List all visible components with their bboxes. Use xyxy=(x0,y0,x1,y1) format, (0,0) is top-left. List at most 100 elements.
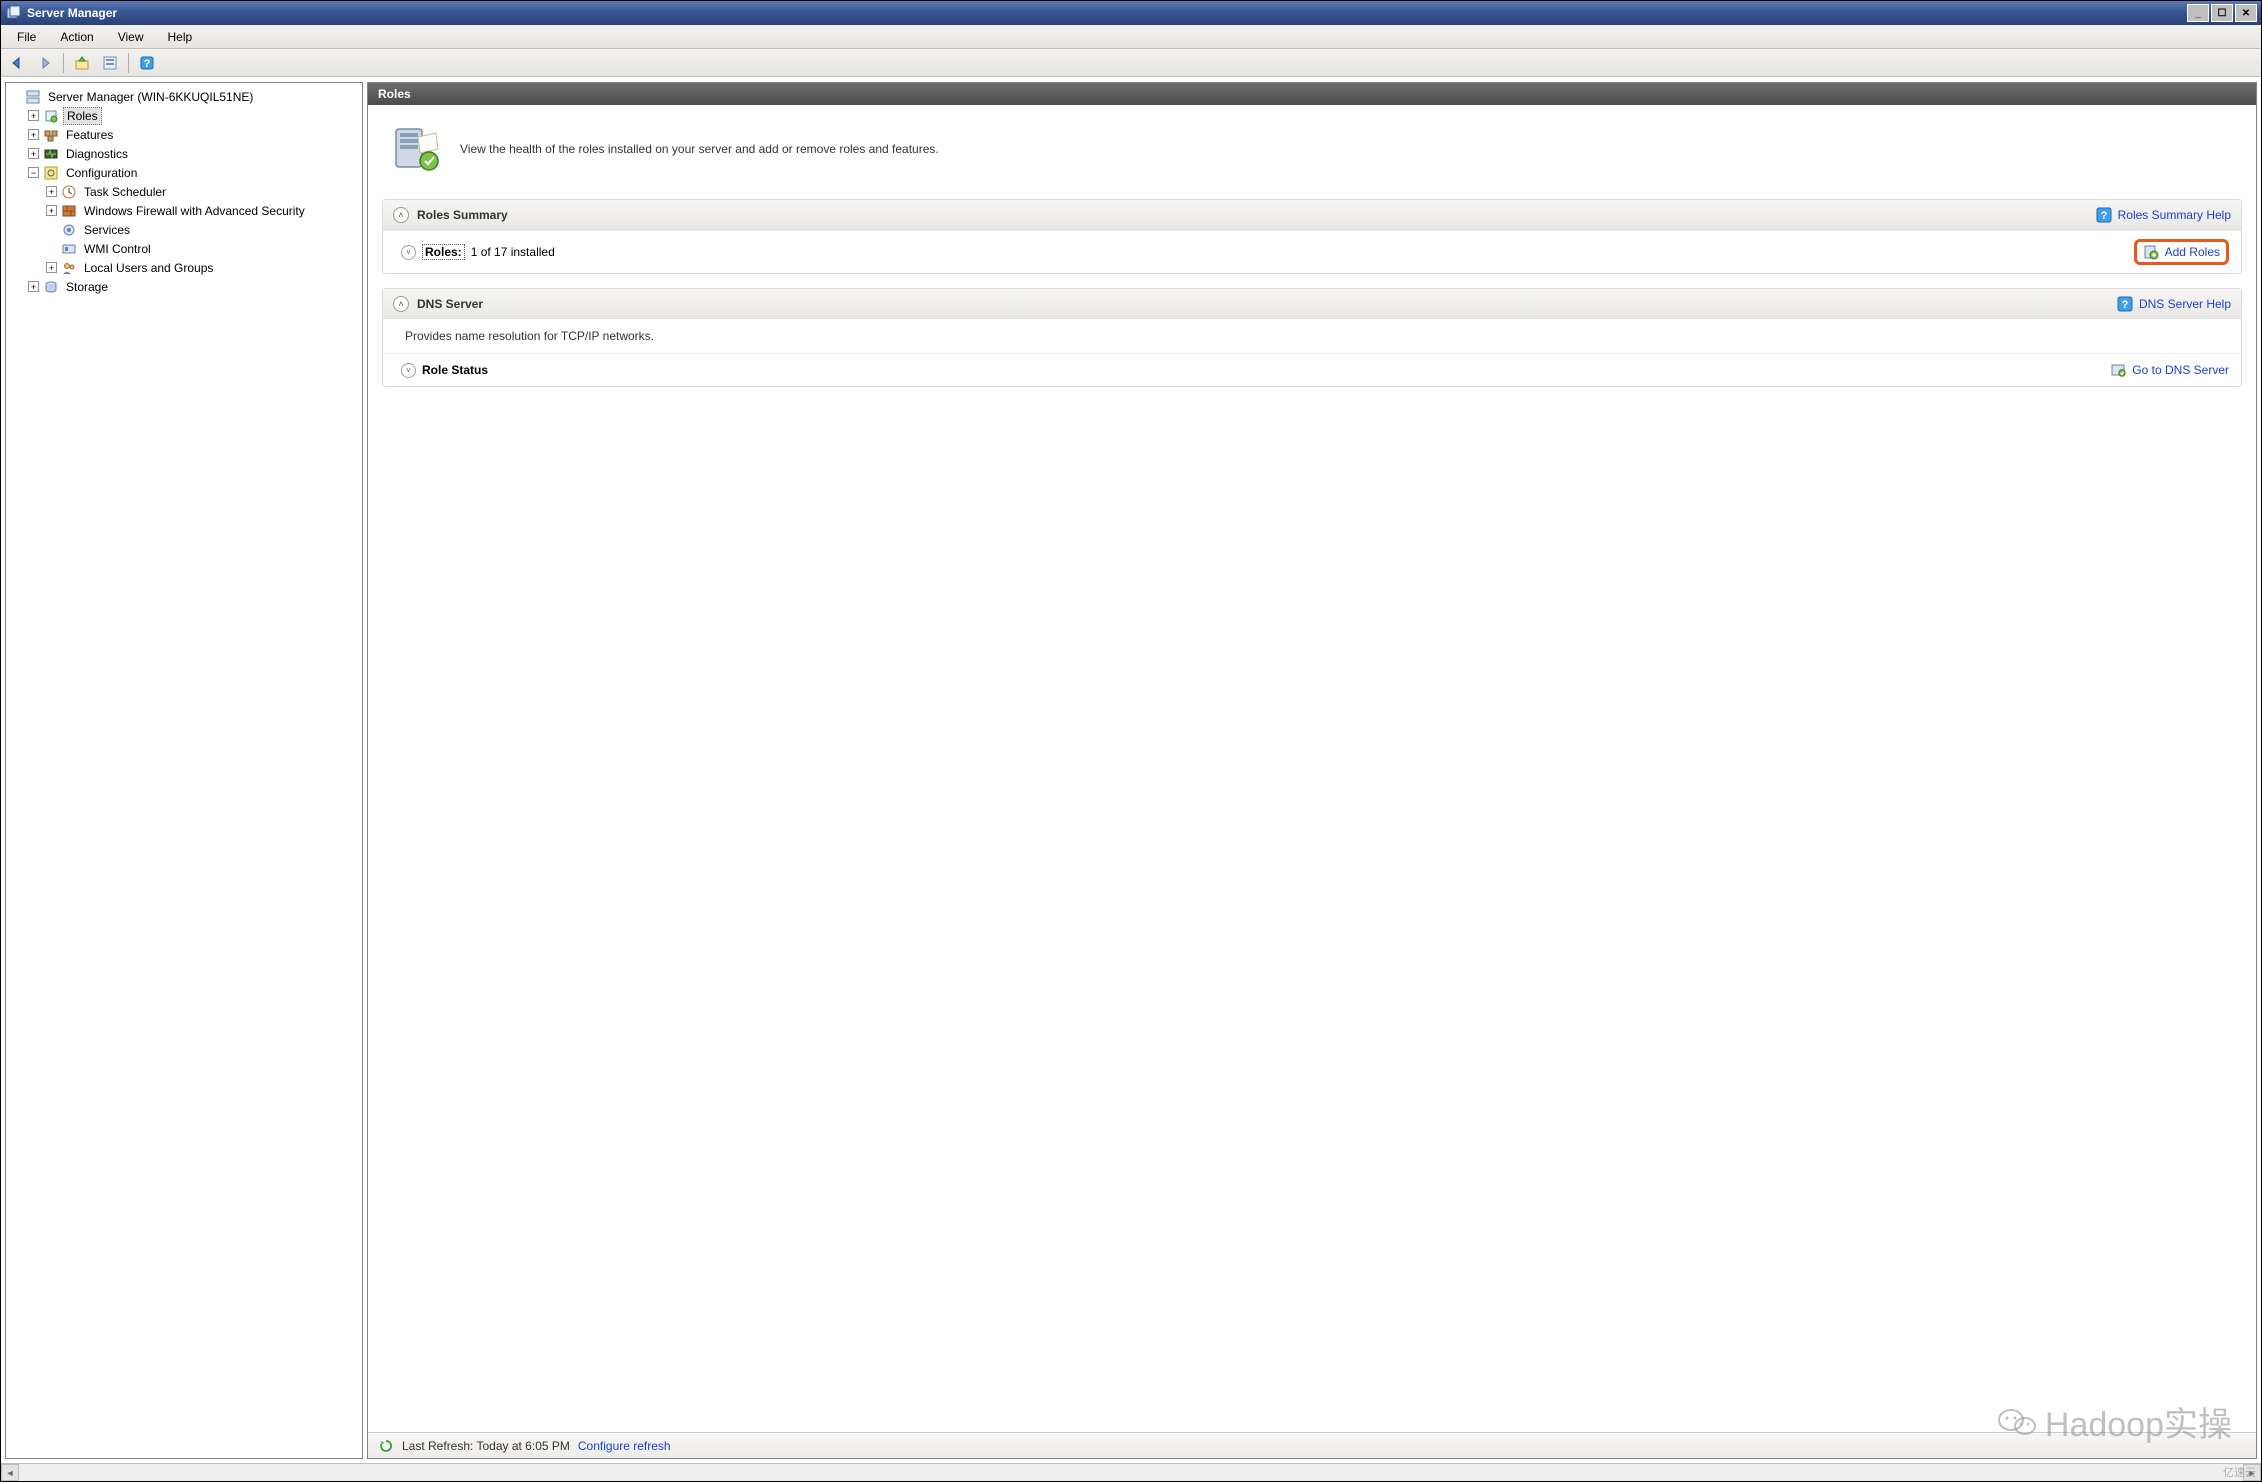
maximize-button[interactable]: ☐ xyxy=(2211,4,2233,22)
horizontal-scrollbar[interactable]: ◄ ► xyxy=(1,1463,2261,1481)
wmi-icon xyxy=(61,241,77,257)
navigation-tree[interactable]: Server Manager (WIN-6KKUQIL51NE) + Roles xyxy=(5,82,363,1459)
roles-label: Roles: xyxy=(422,244,465,260)
tree-item-storage[interactable]: + Storage xyxy=(28,277,362,296)
expander-icon[interactable]: + xyxy=(28,281,39,292)
menu-file[interactable]: File xyxy=(7,27,46,47)
expander-icon[interactable]: + xyxy=(46,262,57,273)
tree-item-features[interactable]: + Features xyxy=(28,125,362,144)
tree-label-configuration: Configuration xyxy=(63,165,140,181)
up-button[interactable] xyxy=(70,52,94,74)
window-controls: _ ☐ ✕ xyxy=(2185,4,2257,22)
last-refresh-text: Last Refresh: Today at 6:05 PM xyxy=(402,1439,570,1453)
roles-big-icon xyxy=(390,123,442,175)
firewall-icon xyxy=(61,203,77,219)
goto-dns-label: Go to DNS Server xyxy=(2132,363,2229,377)
expander-icon[interactable]: + xyxy=(46,186,57,197)
role-status-title: Role Status xyxy=(422,363,488,377)
roles-count-row: ˅ Roles: 1 of 17 installed Add Roles xyxy=(383,230,2241,273)
configure-refresh-link[interactable]: Configure refresh xyxy=(578,1439,671,1453)
scroll-right-arrow[interactable]: ► xyxy=(2243,1464,2261,1481)
tree-item-services[interactable]: Services xyxy=(46,220,362,239)
chevron-down-icon[interactable]: ˅ xyxy=(401,363,416,378)
goto-icon xyxy=(2110,362,2126,378)
intro-row: View the health of the roles installed o… xyxy=(368,105,2256,199)
goto-dns-link[interactable]: Go to DNS Server xyxy=(2110,362,2229,378)
help-link-label: Roles Summary Help xyxy=(2118,208,2231,222)
dns-description: Provides name resolution for TCP/IP netw… xyxy=(383,319,2241,353)
chevron-down-icon[interactable]: ˅ xyxy=(401,245,416,260)
tree-item-wmi[interactable]: WMI Control xyxy=(46,239,362,258)
server-icon xyxy=(25,89,41,105)
expander-icon[interactable]: + xyxy=(46,205,57,216)
window-title: Server Manager xyxy=(27,6,2179,20)
tree-label-diagnostics: Diagnostics xyxy=(63,146,131,162)
clock-icon xyxy=(61,184,77,200)
tree-label-roles: Roles xyxy=(63,107,102,125)
configuration-icon xyxy=(43,165,59,181)
content-header: Roles xyxy=(368,83,2256,105)
tree-label-features: Features xyxy=(63,127,116,143)
users-icon xyxy=(61,260,77,276)
back-button[interactable] xyxy=(5,52,29,74)
close-button[interactable]: ✕ xyxy=(2235,4,2257,22)
tree-item-configuration[interactable]: − Configuration xyxy=(28,163,362,182)
dns-help-label: DNS Server Help xyxy=(2139,297,2231,311)
intro-text: View the health of the roles installed o… xyxy=(460,142,939,156)
server-manager-window: Server Manager _ ☐ ✕ File Action View He… xyxy=(0,0,2262,1482)
client-area: Server Manager (WIN-6KKUQIL51NE) + Roles xyxy=(1,77,2261,1463)
section-header-roles-summary[interactable]: ˄ Roles Summary ? Roles Summary Help xyxy=(383,200,2241,230)
tree-item-local-users[interactable]: + Local Users and Groups xyxy=(46,258,362,277)
menu-action[interactable]: Action xyxy=(50,27,103,47)
menu-bar: File Action View Help xyxy=(1,25,2261,49)
dns-help-link[interactable]: ? DNS Server Help xyxy=(2117,296,2231,312)
status-bar: Last Refresh: Today at 6:05 PM Configure… xyxy=(368,1432,2256,1458)
gear-icon xyxy=(61,222,77,238)
chevron-up-icon[interactable]: ˄ xyxy=(393,296,409,312)
chevron-up-icon[interactable]: ˄ xyxy=(393,207,409,223)
menu-view[interactable]: View xyxy=(108,27,154,47)
expander-icon xyxy=(46,243,57,254)
roles-summary-help-link[interactable]: ? Roles Summary Help xyxy=(2096,207,2231,223)
expander-icon[interactable]: + xyxy=(28,110,39,121)
expander-icon[interactable]: − xyxy=(28,167,39,178)
add-roles-highlight: Add Roles xyxy=(2134,239,2229,265)
section-roles-summary: ˄ Roles Summary ? Roles Summary Help ˅ R… xyxy=(382,199,2242,274)
title-bar[interactable]: Server Manager _ ☐ ✕ xyxy=(1,1,2261,25)
expander-icon[interactable]: + xyxy=(28,148,39,159)
tree-root[interactable]: Server Manager (WIN-6KKUQIL51NE) xyxy=(10,87,362,106)
section-title-roles-summary: Roles Summary xyxy=(417,208,2096,222)
add-roles-icon xyxy=(2143,244,2159,260)
tree-item-task-scheduler[interactable]: + Task Scheduler xyxy=(46,182,362,201)
server-manager-icon xyxy=(5,5,21,21)
scroll-left-arrow[interactable]: ◄ xyxy=(1,1464,19,1481)
tree-label-wmi: WMI Control xyxy=(81,241,154,257)
svg-text:?: ? xyxy=(2122,299,2129,311)
properties-button[interactable] xyxy=(98,52,122,74)
tree-label-firewall: Windows Firewall with Advanced Security xyxy=(81,203,308,219)
toolbar: ? xyxy=(1,49,2261,77)
tree-label-local-users: Local Users and Groups xyxy=(81,260,216,276)
expander-icon[interactable]: + xyxy=(28,129,39,140)
add-roles-link[interactable]: Add Roles xyxy=(2143,244,2220,260)
tree-item-firewall[interactable]: + Windows Firewall with Advanced Securit… xyxy=(46,201,362,220)
section-title-dns: DNS Server xyxy=(417,297,2117,311)
diagnostics-icon xyxy=(43,146,59,162)
roles-count: 1 of 17 installed xyxy=(471,245,555,259)
section-header-dns[interactable]: ˄ DNS Server ? DNS Server Help xyxy=(383,289,2241,319)
expander-icon xyxy=(46,224,57,235)
help-button[interactable]: ? xyxy=(135,52,159,74)
tree-item-diagnostics[interactable]: + Diagnostics xyxy=(28,144,362,163)
menu-help[interactable]: Help xyxy=(158,27,203,47)
role-status-row: ˅ Role Status Go to DNS Server xyxy=(383,353,2241,386)
forward-button[interactable] xyxy=(33,52,57,74)
add-roles-label: Add Roles xyxy=(2165,245,2220,259)
minimize-button[interactable]: _ xyxy=(2187,4,2209,22)
roles-icon xyxy=(43,108,59,124)
features-icon xyxy=(43,127,59,143)
tree-item-roles[interactable]: + Roles xyxy=(28,106,362,125)
svg-text:?: ? xyxy=(144,58,151,70)
svg-text:?: ? xyxy=(2100,210,2107,222)
storage-icon xyxy=(43,279,59,295)
section-dns-server: ˄ DNS Server ? DNS Server Help Provides … xyxy=(382,288,2242,387)
